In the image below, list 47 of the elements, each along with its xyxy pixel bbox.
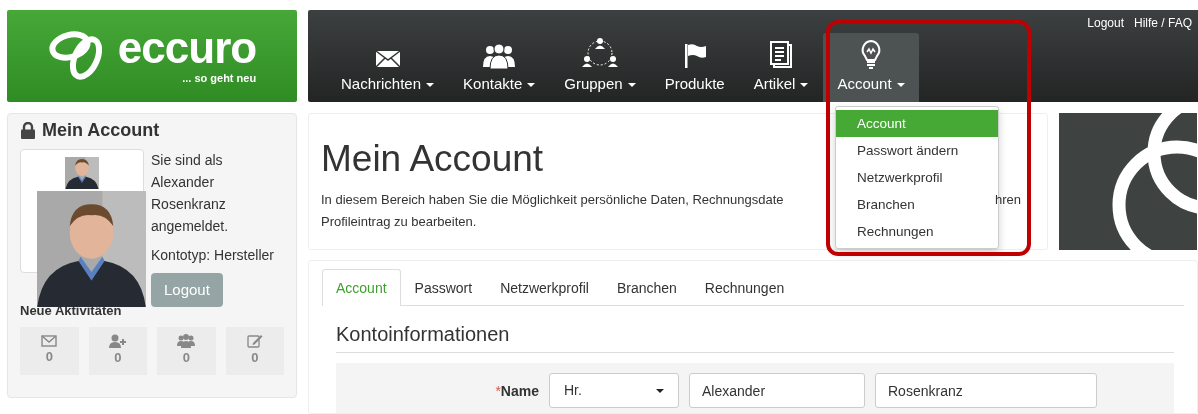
group-icon <box>177 334 196 349</box>
tab[interactable]: Passwort <box>400 269 487 306</box>
brand-name: eccuro <box>117 25 257 70</box>
login-text: Sie sind als Alexander Rosenkranz angemeldet. <box>151 150 230 236</box>
envelope-icon <box>374 48 401 69</box>
lightbulb-icon <box>859 38 882 69</box>
description-text: hren <box>994 191 1021 210</box>
activities-title: Neue Aktivitäten <box>20 301 123 320</box>
flag-icon <box>682 42 707 69</box>
nav-item[interactable]: Nachrichten <box>327 33 449 102</box>
network-icon <box>580 36 619 69</box>
activity-count: 0 <box>114 349 122 368</box>
activity-count: 0 <box>45 348 53 367</box>
salutation-select[interactable]: Hr. <box>549 373 679 408</box>
nav-item[interactable]: Artikel <box>739 33 823 102</box>
brand-tagline: ... so geht neu <box>181 70 257 86</box>
menu-item[interactable]: Netzwerkprofil <box>836 164 998 191</box>
envelope-icon <box>41 335 58 348</box>
nav-item[interactable]: Kontakte <box>449 33 550 102</box>
activity-count: 0 <box>182 349 190 368</box>
page-title: Mein Account <box>321 137 544 181</box>
caret-icon <box>656 388 664 393</box>
activity-count: 0 <box>251 349 259 368</box>
description-text: In diesem Bereich haben Sie die Möglichkeit persönliche Daten, Rechnungsdate <box>321 191 784 210</box>
nav-item[interactable]: Account <box>823 33 919 102</box>
people-icon <box>482 42 517 69</box>
menu-item[interactable]: Rechnungen <box>836 218 998 245</box>
add-user-icon <box>108 334 127 349</box>
last-name-field[interactable]: Rosenkranz <box>875 373 1097 408</box>
nav-item[interactable]: Produkte <box>650 33 739 102</box>
sidebar-title: Mein Account <box>20 120 284 142</box>
tab[interactable]: Branchen <box>602 269 691 306</box>
section-title: Kontoinformationen <box>336 322 1174 353</box>
field-label: *Name <box>494 382 539 401</box>
top-link[interactable]: Hilfe / FAQ <box>1134 14 1192 32</box>
tab[interactable]: Rechnungen <box>690 269 799 306</box>
document-icon <box>769 40 794 69</box>
logo[interactable]: eccuro ... so geht neu <box>7 10 297 102</box>
lock-icon <box>20 122 36 140</box>
first-name-field[interactable]: Alexander <box>689 373 865 408</box>
edit-icon <box>246 334 263 349</box>
account-type: Kontotyp: Hersteller <box>151 245 275 265</box>
tab[interactable]: Netzwerkprofil <box>486 269 603 306</box>
top-link[interactable]: Logout <box>1087 14 1124 32</box>
description-text: Profileintrag zu bearbeiten. <box>321 213 477 232</box>
nav-item[interactable]: Gruppen <box>550 33 650 102</box>
menu-item[interactable]: Passwort ändern <box>836 137 998 164</box>
